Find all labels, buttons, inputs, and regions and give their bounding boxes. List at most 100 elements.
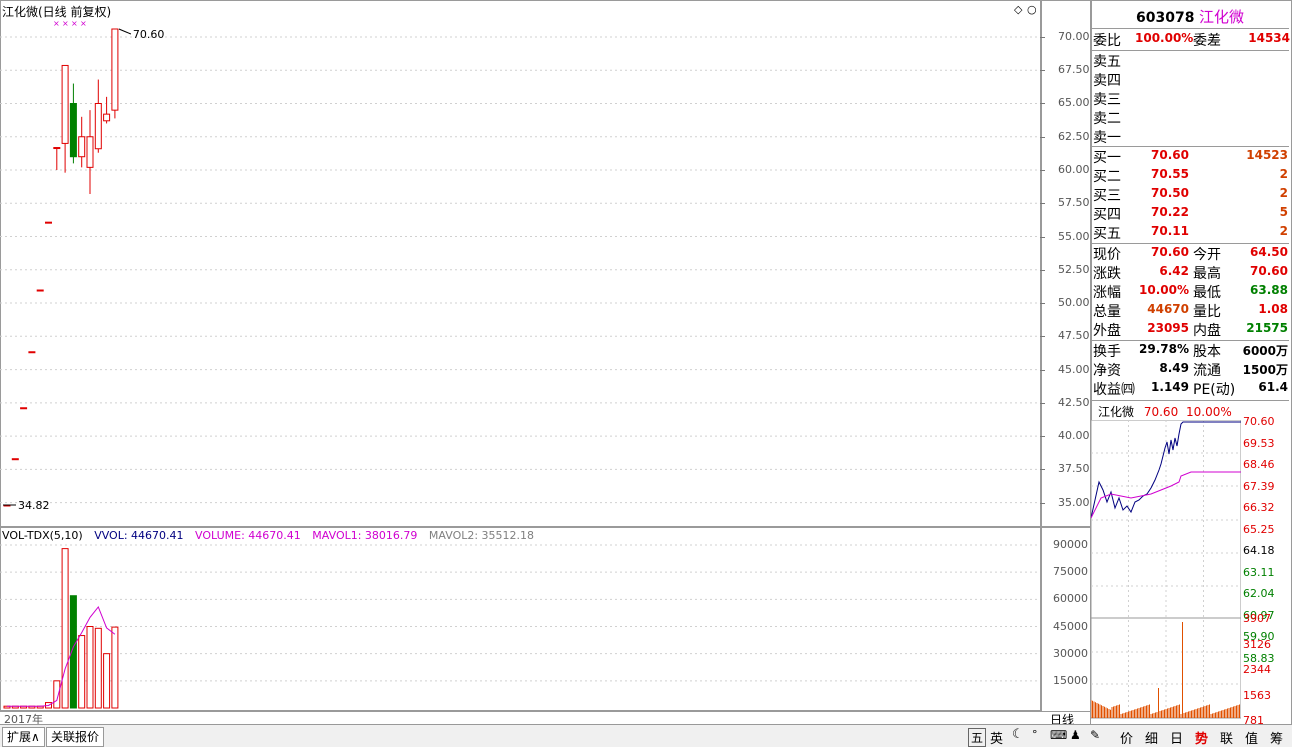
sell-level: 卖一 bbox=[1093, 127, 1290, 146]
low-price-label: 34.82 bbox=[18, 499, 50, 512]
candle bbox=[53, 147, 61, 171]
price-tick-label: 42.50 bbox=[1058, 395, 1090, 409]
candle-body bbox=[11, 458, 19, 461]
event-marker: × bbox=[53, 19, 60, 28]
sell-level-label: 卖一 bbox=[1093, 130, 1121, 146]
sell-level-label: 卖二 bbox=[1093, 111, 1121, 127]
stat-row-label: 涨幅 bbox=[1093, 285, 1121, 301]
candle-body bbox=[94, 102, 102, 150]
buy-level: 买二 70.55 2 bbox=[1093, 166, 1290, 185]
mini-intraday-chart[interactable] bbox=[1091, 420, 1241, 720]
stat-value2: 21575 bbox=[1246, 321, 1288, 335]
right-tab-5[interactable]: 值 bbox=[1245, 728, 1258, 747]
price-tick-mark bbox=[1040, 469, 1045, 471]
candle bbox=[20, 407, 28, 410]
stat2-label2: 流通 bbox=[1193, 363, 1221, 379]
sell-level: 卖四 bbox=[1093, 70, 1290, 89]
volume-tick-label: 45000 bbox=[1053, 619, 1088, 633]
price-tick-label: 67.50 bbox=[1058, 63, 1090, 77]
stat-value: 6.42 bbox=[1159, 264, 1189, 278]
dot-icon[interactable]: ° bbox=[1032, 728, 1038, 741]
price-tick-mark bbox=[1040, 136, 1045, 138]
buy-price: 70.11 bbox=[1151, 224, 1189, 238]
price-tick-label: 47.50 bbox=[1058, 329, 1090, 343]
wrench-icon[interactable]: ✎ bbox=[1090, 728, 1100, 742]
price-tick-mark bbox=[1040, 502, 1045, 504]
candle-body bbox=[111, 28, 119, 111]
mini-volume-tick: 2344 bbox=[1243, 663, 1271, 676]
buy-volume: 2 bbox=[1279, 224, 1288, 238]
kline-svg[interactable]: 70.6034.82× × × × bbox=[0, 0, 1040, 526]
stat-value2: 1.08 bbox=[1258, 302, 1288, 316]
stat-label2: 今开 bbox=[1193, 247, 1221, 263]
order-ratio-row: 委比 100.00% 委差 14534 bbox=[1093, 30, 1290, 49]
stat-label2: 内盘 bbox=[1193, 323, 1221, 339]
mini-price-tick: 67.39 bbox=[1243, 479, 1275, 493]
mini-volume-tick: 1563 bbox=[1243, 688, 1271, 702]
moon-icon[interactable]: ☾ bbox=[1012, 727, 1024, 742]
buy-volume: 2 bbox=[1279, 167, 1288, 181]
right-tab-1[interactable]: 细 bbox=[1145, 728, 1158, 747]
price-tick-label: 60.00 bbox=[1058, 163, 1090, 177]
stat2-row: 换手 29.78% 股本 6000万 bbox=[1093, 341, 1290, 360]
buy-level-label: 买一 bbox=[1093, 150, 1121, 166]
stat2-value: 29.78% bbox=[1139, 342, 1189, 356]
candle-body bbox=[53, 147, 61, 150]
stat2-row-label: 净资 bbox=[1093, 363, 1121, 379]
price-tick-label: 57.50 bbox=[1058, 196, 1090, 210]
buy-price: 70.60 bbox=[1151, 148, 1189, 162]
candle bbox=[103, 96, 111, 124]
volume-bar bbox=[86, 626, 94, 709]
date-strip bbox=[0, 710, 1040, 725]
volume-tick-label: 60000 bbox=[1053, 592, 1088, 606]
price-tick-mark bbox=[1040, 236, 1045, 238]
mini-price-tick: 64.18 bbox=[1243, 544, 1275, 557]
sell-level-label: 卖五 bbox=[1093, 54, 1121, 70]
buy-level-label: 买二 bbox=[1093, 169, 1121, 185]
mini-name: 江化微 bbox=[1098, 405, 1135, 419]
stat-row: 外盘 23095 内盘 21575 bbox=[1093, 320, 1290, 339]
candle bbox=[45, 221, 52, 224]
stat2-value: 1.149 bbox=[1151, 380, 1189, 394]
candle-body bbox=[86, 136, 94, 168]
right-tab-4[interactable]: 联 bbox=[1220, 728, 1233, 747]
price-tick-mark bbox=[1040, 336, 1045, 338]
candle bbox=[86, 110, 94, 194]
price-tick-mark bbox=[1040, 369, 1045, 371]
price-tick-label: 45.00 bbox=[1058, 362, 1090, 376]
input-method-five-icon[interactable]: 五 bbox=[968, 728, 987, 747]
stat-value2: 70.60 bbox=[1250, 264, 1288, 278]
stat-row-label: 外盘 bbox=[1093, 323, 1121, 339]
right-tab-2[interactable]: 日 bbox=[1170, 728, 1183, 747]
price-tick-label: 70.00 bbox=[1058, 29, 1090, 43]
candle bbox=[78, 116, 86, 168]
candle bbox=[61, 64, 69, 173]
right-tab-6[interactable]: 筹 bbox=[1270, 728, 1283, 747]
expand-tab[interactable]: 扩展∧ bbox=[2, 727, 45, 747]
candle bbox=[111, 28, 119, 119]
price-tick-mark bbox=[1040, 103, 1045, 105]
price-tick-mark bbox=[1040, 436, 1045, 438]
stat-label2: 最高 bbox=[1193, 266, 1221, 282]
user-icon[interactable]: ♟ bbox=[1070, 728, 1081, 742]
candle bbox=[28, 351, 36, 354]
mini-price-tick: 62.04 bbox=[1243, 587, 1275, 600]
price-tick-mark bbox=[1040, 269, 1045, 271]
right-tab-3[interactable]: 势 bbox=[1195, 728, 1208, 747]
candle bbox=[94, 79, 102, 153]
candle-body bbox=[103, 113, 111, 122]
sell-level-label: 卖三 bbox=[1093, 92, 1121, 108]
volume-svg[interactable] bbox=[0, 526, 1040, 710]
english-icon[interactable]: 英 bbox=[990, 728, 1003, 747]
mini-price-tick: 68.46 bbox=[1243, 458, 1275, 471]
volume-tick-label: 90000 bbox=[1053, 538, 1088, 551]
related-quotes-tab[interactable]: 关联报价 bbox=[46, 727, 105, 747]
volume-bar bbox=[94, 627, 102, 709]
stat-value: 10.00% bbox=[1139, 283, 1189, 297]
candle bbox=[11, 458, 19, 461]
right-tab-0[interactable]: 价 bbox=[1120, 728, 1133, 747]
volume-bar bbox=[53, 680, 61, 709]
mini-price-tick: 70.60 bbox=[1243, 415, 1275, 428]
keyboard-icon[interactable]: ⌨ bbox=[1050, 728, 1067, 742]
volume-tick-label: 30000 bbox=[1053, 646, 1088, 660]
